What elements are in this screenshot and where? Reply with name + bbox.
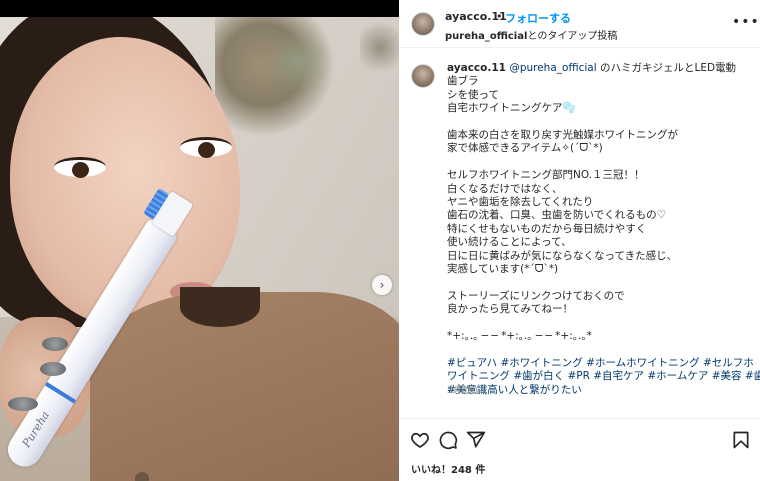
post-side-panel: ayacco.11 • フォローする pureha_officialとのタイアッ… xyxy=(399,0,760,481)
caption-line: 実感しています(*ˊᗜˋ*) xyxy=(447,263,559,276)
caption-first-line: ayacco.11 @pureha_official のハミガキジェルとLED電… xyxy=(447,62,743,89)
left-eye xyxy=(54,157,106,178)
caption-line: 良かったら見てみてねー！ xyxy=(447,303,573,316)
caption-gap xyxy=(447,116,743,129)
nail xyxy=(8,397,38,411)
next-image-button[interactable]: › xyxy=(372,275,392,295)
caption-line: ヤニや歯垢を除去してくれたり xyxy=(447,196,594,209)
caption-divider: *+:｡.｡ ─ ─ *+:｡.｡ ─ ─ *+:｡.｡* xyxy=(447,330,592,343)
nail xyxy=(42,337,68,351)
likes-count[interactable]: いいね！248 件 xyxy=(411,461,485,476)
avatar[interactable] xyxy=(411,64,435,88)
hashtag-line[interactable]: #美意識高い人と繋がりたい xyxy=(447,384,743,397)
caption-gap xyxy=(447,343,743,356)
caption-gap xyxy=(447,317,743,330)
separator-dot: • xyxy=(496,10,503,23)
dried-branch xyxy=(360,17,399,77)
right-eye xyxy=(180,137,232,158)
collab-label: pureha_officialとのタイアップ投稿 xyxy=(445,27,617,42)
caption-gap xyxy=(447,156,743,169)
collab-account-link[interactable]: pureha_official xyxy=(445,31,527,42)
comment-icon[interactable] xyxy=(438,430,458,450)
caption-line: ストーリーズにリンクつけておくので xyxy=(447,289,625,302)
caption-section: ayacco.11 @pureha_official のハミガキジェルとLED電… xyxy=(399,49,760,417)
caption-line: 自宅ホワイトニングケア🫧 xyxy=(447,102,576,115)
nail xyxy=(40,362,66,376)
collar xyxy=(180,287,260,327)
collab-suffix: とのタイアップ投稿 xyxy=(527,31,618,42)
caption-line: 特にくせもないものだから毎日続けやすく xyxy=(447,222,647,235)
hashtags: #ピュアハ #ホワイトニング #ホームホワイトニング #セルフホ ワイトニング … xyxy=(447,357,760,397)
hashtag-line[interactable]: ワイトニング #歯が白く #PR #自宅ケア #ホームケア #美容 #歯 xyxy=(447,370,760,383)
caption-line: 使い続けることによって、 xyxy=(447,236,572,249)
caption-line: 歯本来の白さを取り戻す光触媒ホワイトニングが xyxy=(447,129,678,142)
caption-line: セルフホワイトニング部門NO.１三冠！！ xyxy=(447,169,645,182)
caption-line: 歯石の沈着、口臭、虫歯を防いでくれるもの♡ xyxy=(447,209,667,222)
chevron-right-icon: › xyxy=(379,278,385,292)
caption-author-link[interactable]: ayacco.11 xyxy=(447,62,506,74)
more-horizontal-icon[interactable]: ••• xyxy=(732,14,760,30)
share-icon[interactable] xyxy=(466,430,486,450)
heart-icon[interactable] xyxy=(410,430,430,450)
caption-gap xyxy=(447,276,743,289)
bookmark-icon[interactable] xyxy=(731,430,751,450)
dried-leaves xyxy=(270,27,330,97)
caption-line: 白くなるだけではなく、 xyxy=(447,182,563,195)
avatar[interactable] xyxy=(411,12,435,36)
mention-link[interactable]: @pureha_official xyxy=(509,62,596,74)
caption-line: 日に日に黄ばみが気にならなくなってきた感じ、 xyxy=(447,249,678,262)
caption-text: ayacco.11 @pureha_official のハミガキジェルとLED電… xyxy=(447,62,760,397)
sweater-button xyxy=(135,472,149,481)
post-header: ayacco.11 • フォローする pureha_officialとのタイアッ… xyxy=(399,0,760,48)
post-actions: いいね！248 件 xyxy=(399,418,760,481)
caption-line: 家で体感できるアイテム✧(ˊᗜˋ*) xyxy=(447,142,603,155)
follow-button[interactable]: フォローする xyxy=(505,10,571,26)
post-time: 5週間前 xyxy=(447,386,478,396)
hashtag-line[interactable]: #ピュアハ #ホワイトニング #ホームホワイトニング #セルフホ xyxy=(447,357,754,370)
caption-line: シを使って xyxy=(447,88,499,101)
post-photo[interactable]: Pureha › xyxy=(0,17,399,481)
